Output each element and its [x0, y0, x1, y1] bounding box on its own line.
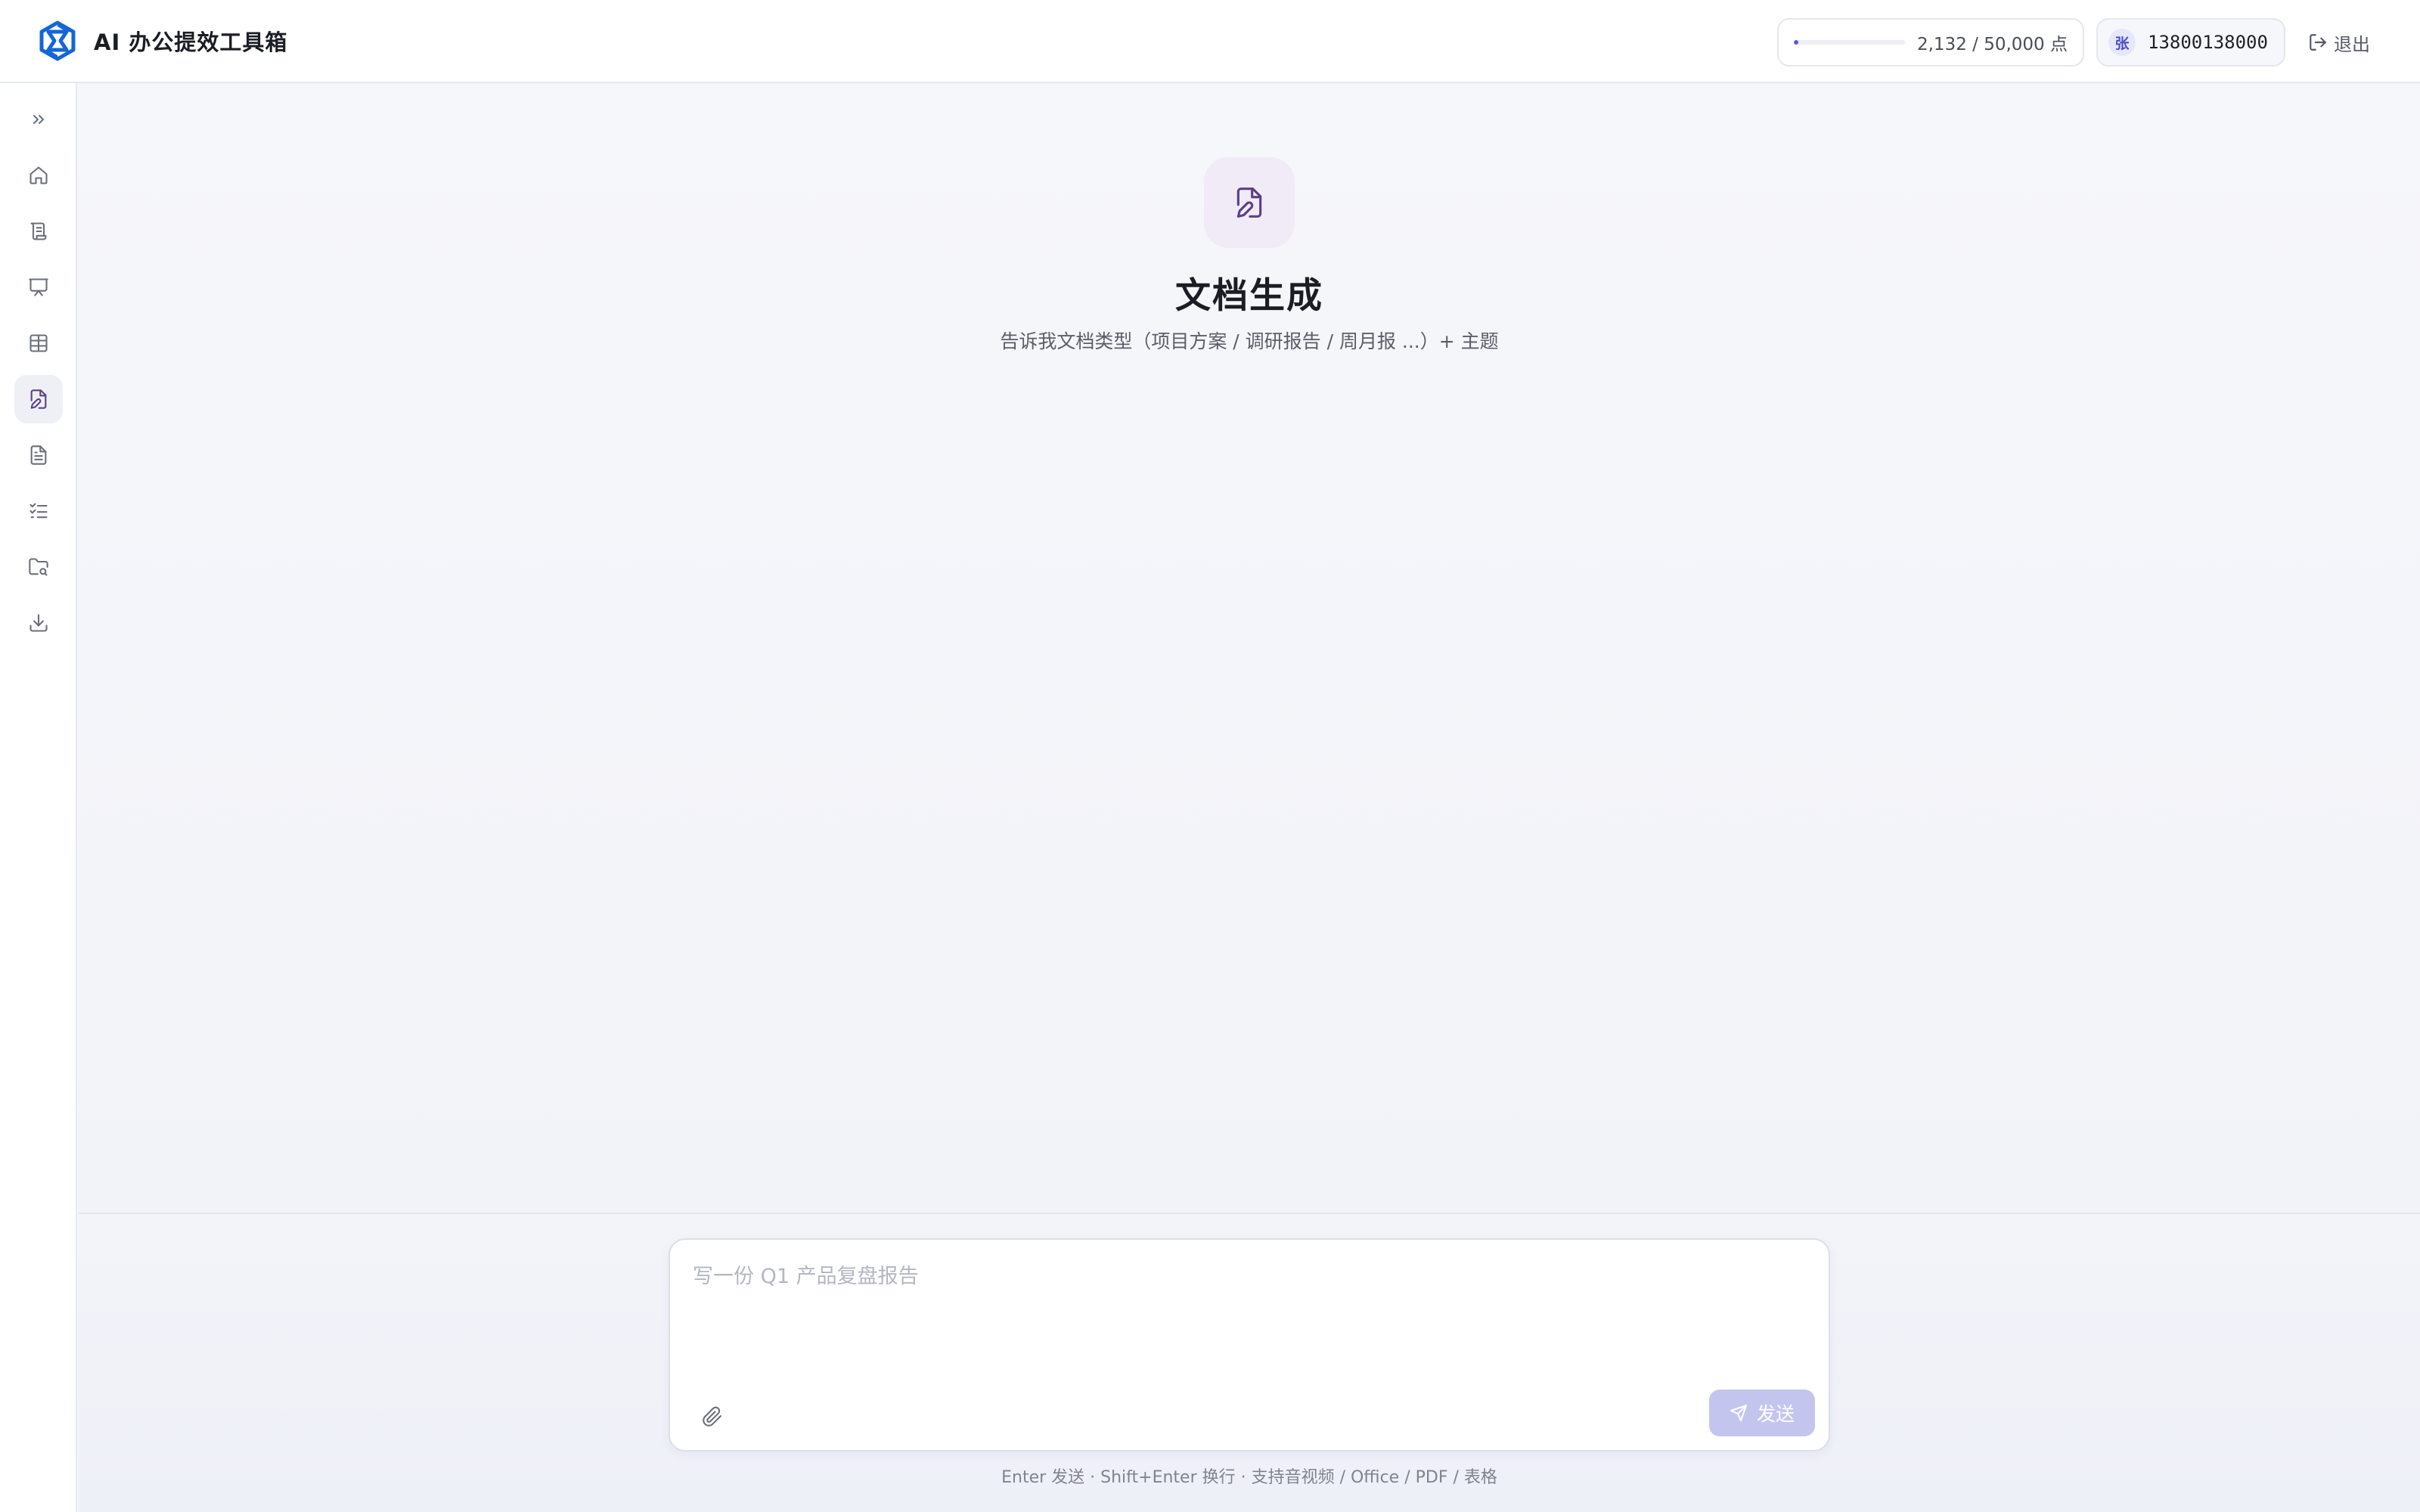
composer-hint: Enter 发送 · Shift+Enter 换行 · 支持音视频 / Offi…	[1001, 1468, 1497, 1487]
sidebar-expand-button[interactable]	[14, 95, 63, 144]
user-chip[interactable]: 张 13800138000	[2096, 18, 2285, 67]
send-label: 发送	[1756, 1403, 1795, 1425]
prompt-input[interactable]	[693, 1259, 1804, 1350]
avatar: 张	[2108, 29, 2136, 56]
sidebar-item-folder[interactable]	[14, 543, 63, 591]
sidebar-item-script[interactable]	[14, 207, 63, 256]
download-icon	[29, 614, 48, 632]
presentation-icon	[29, 278, 48, 296]
file-text-icon	[30, 445, 47, 465]
sidebar	[0, 83, 77, 1512]
quota-meter[interactable]: 2,132 / 50,000 点	[1777, 18, 2084, 67]
page-subtitle: 告诉我文档类型（项目方案 / 调研报告 / 周月报 ...）+ 主题	[1000, 330, 1499, 352]
page-title: 文档生成	[1175, 275, 1323, 317]
attach-button[interactable]	[696, 1400, 729, 1433]
paperclip-icon	[703, 1406, 722, 1427]
expand-icon	[33, 115, 44, 124]
top-bar: AI 办公提效工具箱 2,132 / 50,000 点 张 1380013800…	[0, 0, 2420, 83]
checklist-icon	[29, 503, 48, 519]
sidebar-item-table[interactable]	[14, 319, 63, 367]
sidebar-item-download[interactable]	[14, 599, 63, 647]
brand[interactable]: AI 办公提效工具箱	[35, 18, 287, 64]
quota-text: 2,132 / 50,000 点	[1916, 35, 2068, 54]
composer: 发送	[669, 1238, 1830, 1452]
sidebar-item-checklist[interactable]	[14, 487, 63, 535]
quota-progress-fill	[1794, 40, 1799, 45]
file-edit-icon	[1236, 187, 1262, 218]
hero-icon-badge	[1204, 157, 1295, 248]
logout-label: 退出	[2334, 33, 2370, 55]
send-button[interactable]: 发送	[1709, 1390, 1815, 1436]
logout-button[interactable]: 退出	[2308, 27, 2370, 57]
table-icon	[29, 334, 48, 352]
app-title: AI 办公提效工具箱	[94, 29, 288, 55]
main-content: 文档生成 告诉我文档类型（项目方案 / 调研报告 / 周月报 ...）+ 主题	[79, 85, 2420, 1214]
logo-icon	[39, 20, 76, 61]
home-icon	[29, 166, 48, 184]
logout-icon	[2310, 34, 2326, 51]
scroll-icon	[30, 222, 47, 240]
quota-progress-track	[1794, 40, 1905, 45]
sidebar-item-document-generation[interactable]	[14, 375, 63, 423]
folder-search-icon	[29, 558, 48, 576]
file-edit-icon	[30, 389, 47, 409]
send-icon	[1730, 1405, 1747, 1421]
sidebar-item-document[interactable]	[14, 431, 63, 479]
user-phone: 13800138000	[2148, 32, 2268, 53]
sidebar-item-presentation[interactable]	[14, 263, 63, 311]
sidebar-item-home[interactable]	[14, 151, 63, 200]
